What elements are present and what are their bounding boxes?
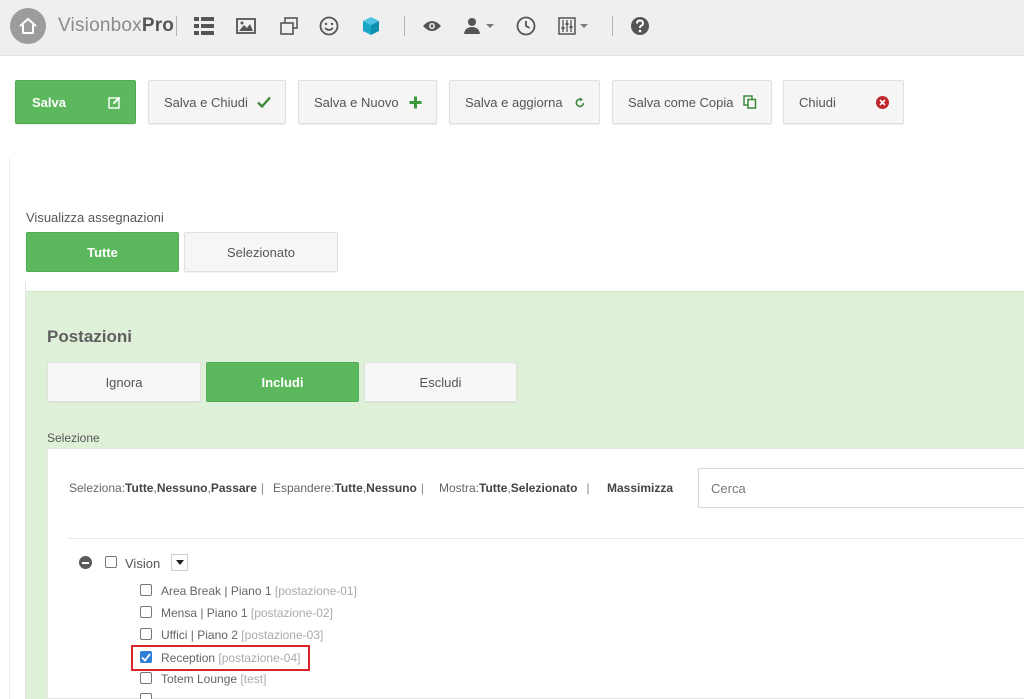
clock-icon[interactable]	[516, 15, 536, 37]
maximize-label: Massimizza	[607, 481, 674, 495]
expand-none-link[interactable]: Nessuno	[366, 481, 417, 495]
nav-divider	[404, 16, 405, 36]
nav-divider	[176, 16, 177, 36]
station-checkbox[interactable]	[140, 606, 152, 618]
show-controls: Mostra:Tutte,Selezionato |	[439, 481, 590, 495]
show-selected-link[interactable]: Selezionato	[511, 481, 578, 495]
plus-icon	[409, 96, 422, 109]
settings-menu-button[interactable]	[558, 15, 588, 37]
eye-icon[interactable]	[422, 15, 442, 37]
select-label: Seleziona:	[69, 481, 126, 495]
refresh-icon	[575, 97, 585, 108]
save-copy-label: Salva come Copia	[628, 94, 734, 110]
tree-item[interactable]: Mensa | Piano 1 [postazione-02]	[161, 606, 333, 620]
tree-item[interactable]: Totem Lounge [test]	[161, 672, 266, 686]
close-button[interactable]: Chiudi	[783, 80, 904, 124]
sliders-icon	[558, 17, 576, 35]
save-copy-button[interactable]: Salva come Copia	[612, 80, 772, 124]
select-none-link[interactable]: Nessuno	[157, 481, 208, 495]
highlight-box	[131, 645, 310, 671]
tree-item[interactable]: Area Break | Piano 1 [postazione-01]	[161, 584, 357, 598]
edit-icon	[108, 96, 121, 109]
home-button[interactable]	[10, 8, 46, 44]
save-button[interactable]: Salva	[15, 80, 136, 124]
expand-all-link[interactable]: Tutte	[334, 481, 362, 495]
expand-controls: Espandere:Tutte,Nessuno |	[273, 481, 424, 495]
close-button-label: Chiudi	[799, 94, 836, 110]
chevron-down-icon	[580, 24, 588, 28]
home-icon	[19, 18, 37, 34]
save-new-button[interactable]: Salva e Nuovo	[298, 80, 437, 124]
search-input[interactable]	[698, 468, 1024, 508]
station-checkbox[interactable]	[140, 693, 152, 699]
maximize-link[interactable]: Massimizza	[607, 481, 673, 495]
assignments-selected-button[interactable]: Selezionato	[184, 232, 338, 272]
station-checkbox[interactable]	[140, 628, 152, 640]
user-menu-button[interactable]	[464, 15, 494, 37]
select-invert-link[interactable]: Passare	[211, 481, 257, 495]
select-all-link[interactable]: Tutte	[125, 481, 153, 495]
save-update-label: Salva e aggiorna	[465, 94, 563, 110]
show-label: Mostra:	[439, 481, 480, 495]
checkmark-icon	[257, 96, 271, 108]
nav-divider	[612, 16, 613, 36]
include-button[interactable]: Includi	[206, 362, 359, 402]
stations-title: Postazioni	[47, 327, 133, 346]
content-left-border	[9, 158, 10, 699]
chevron-down-icon	[486, 24, 494, 28]
user-icon	[464, 18, 480, 34]
select-controls: Seleziona:Tutte,Nessuno,Passare |	[69, 481, 265, 495]
brand-logo[interactable]: VisionboxPro	[58, 15, 174, 37]
close-icon	[876, 95, 889, 109]
station-checkbox[interactable]	[140, 672, 152, 684]
cube-icon[interactable]	[362, 15, 380, 37]
save-update-button[interactable]: Salva e aggiorna	[449, 80, 600, 124]
save-button-label: Salva	[32, 94, 66, 110]
exclude-button[interactable]: Escludi	[364, 362, 517, 402]
image-icon[interactable]	[236, 15, 256, 37]
save-new-label: Salva e Nuovo	[314, 94, 399, 110]
tree-root-dropdown[interactable]	[171, 554, 188, 571]
save-close-button[interactable]: Salva e Chiudi	[148, 80, 286, 124]
show-all-link[interactable]: Tutte	[479, 481, 507, 495]
ignore-button[interactable]: Ignora	[47, 362, 201, 402]
assignments-label: Visualizza assegnazioni	[26, 210, 164, 225]
vision-checkbox[interactable]	[105, 556, 117, 568]
help-icon[interactable]	[630, 15, 650, 37]
selection-divider	[68, 538, 1024, 539]
save-close-label: Salva e Chiudi	[164, 94, 248, 110]
list-icon[interactable]	[194, 15, 214, 37]
selection-label: Selezione	[47, 431, 100, 445]
smiley-icon[interactable]	[319, 15, 339, 37]
top-navbar: VisionboxPro	[0, 0, 1024, 56]
expand-label: Espandere:	[273, 481, 335, 495]
collapse-icon[interactable]	[79, 556, 92, 569]
tree-item[interactable]: Uffici | Piano 2 [postazione-03]	[161, 628, 323, 642]
layers-icon[interactable]	[280, 15, 298, 37]
station-checkbox[interactable]	[140, 584, 152, 596]
tree-root-label: Vision	[125, 556, 161, 571]
copy-icon	[743, 95, 757, 109]
assignments-all-button[interactable]: Tutte	[26, 232, 179, 272]
